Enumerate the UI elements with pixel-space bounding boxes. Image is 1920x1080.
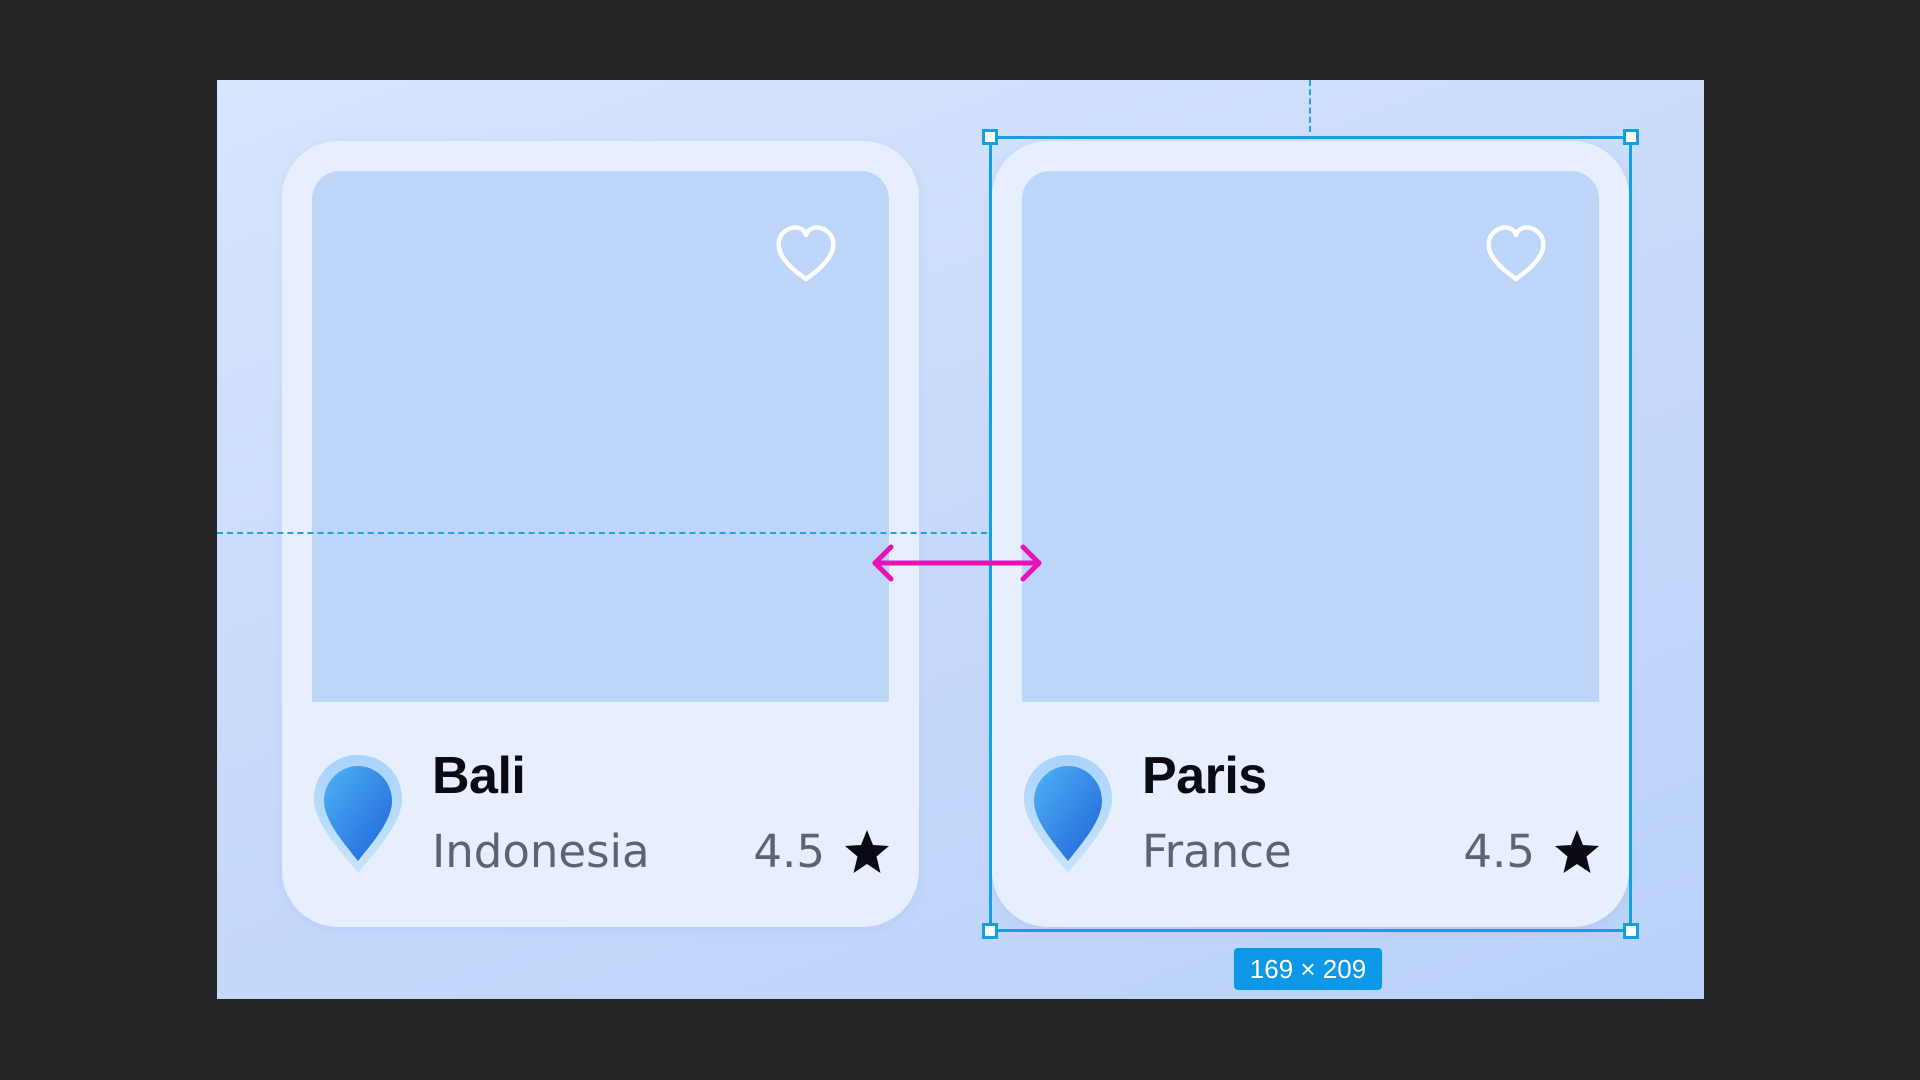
horizontal-guide-line bbox=[217, 532, 987, 534]
card-image-placeholder bbox=[312, 171, 889, 702]
rating-value: 4.5 bbox=[753, 825, 825, 878]
heart-outline-icon[interactable] bbox=[773, 223, 839, 285]
dimension-badge: 169 × 209 bbox=[1234, 948, 1382, 990]
resize-handle-bottom-left[interactable] bbox=[982, 923, 998, 939]
destination-card-bali[interactable]: Bali Indonesia 4.5 bbox=[282, 141, 919, 927]
card-city-name: Bali bbox=[432, 747, 526, 805]
selection-box[interactable] bbox=[982, 129, 1639, 939]
card-country-name: Indonesia bbox=[432, 825, 650, 878]
star-icon bbox=[845, 829, 889, 873]
location-pin-icon bbox=[314, 755, 402, 873]
resize-handle-top-right[interactable] bbox=[1623, 129, 1639, 145]
double-arrow-icon bbox=[872, 544, 1042, 582]
resize-handle-top-left[interactable] bbox=[982, 129, 998, 145]
vertical-guide-line bbox=[1309, 80, 1311, 132]
resize-handle-bottom-right[interactable] bbox=[1623, 923, 1639, 939]
artboard[interactable]: Bali Indonesia 4.5 Paris France 4.5 169 … bbox=[217, 80, 1704, 999]
card-rating: 4.5 bbox=[753, 825, 891, 878]
